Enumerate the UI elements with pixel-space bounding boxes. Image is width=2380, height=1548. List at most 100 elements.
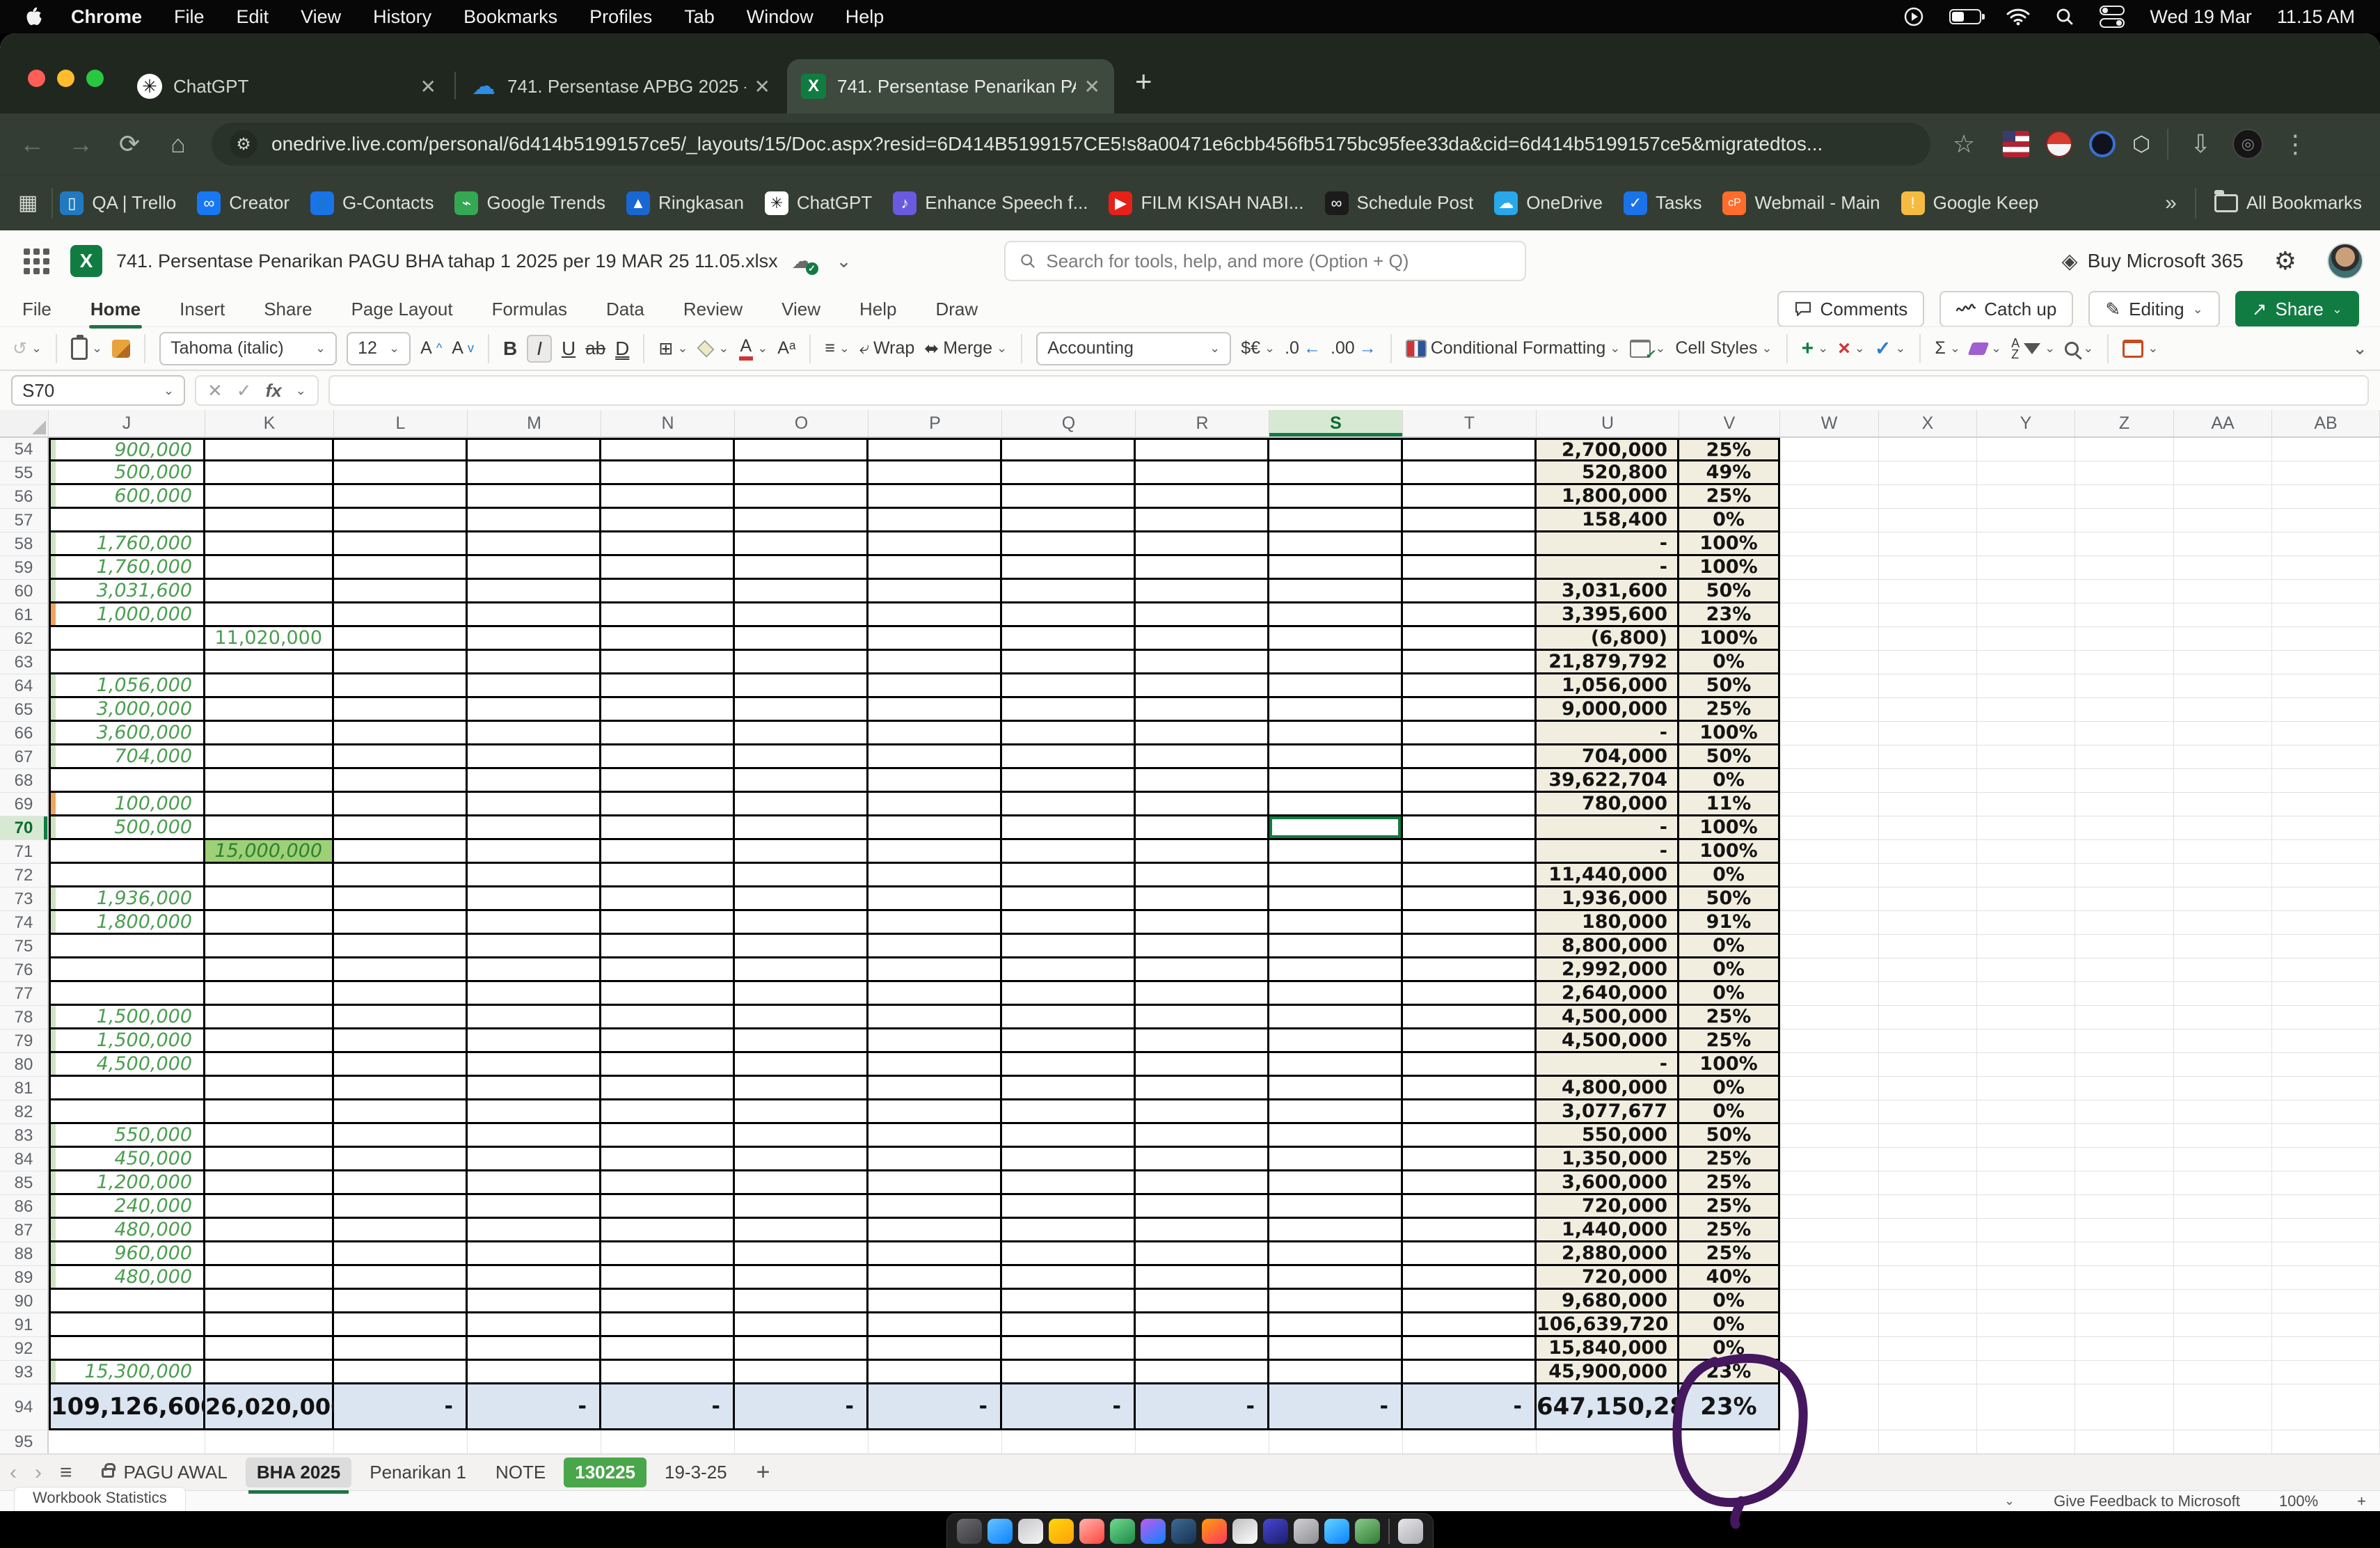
cell-Z58[interactable] xyxy=(2075,532,2174,556)
cell-R70[interactable] xyxy=(1136,816,1269,840)
cell-T61[interactable] xyxy=(1403,603,1537,627)
ribbon-tab-insert[interactable]: Insert xyxy=(178,296,226,323)
cell-U60[interactable]: 3,031,600 xyxy=(1537,580,1679,603)
row-header-85[interactable]: 85 xyxy=(0,1171,49,1195)
cell-V87[interactable]: 25% xyxy=(1679,1219,1780,1242)
cell-V58[interactable]: 100% xyxy=(1679,532,1780,556)
cell-J62[interactable] xyxy=(49,627,205,651)
url-text[interactable]: onedrive.live.com/personal/6d414b5199157… xyxy=(271,133,1823,155)
cell-W86[interactable] xyxy=(1780,1195,1879,1219)
find-button[interactable]: ⌄ xyxy=(2065,341,2093,356)
cell-V63[interactable]: 0% xyxy=(1679,651,1780,674)
confirm-entry-icon[interactable]: ✓ xyxy=(237,380,252,402)
cell-J84[interactable]: 450,000 xyxy=(49,1148,205,1171)
new-tab-button[interactable]: + xyxy=(1135,65,1152,98)
cell-S68[interactable] xyxy=(1269,769,1403,793)
cell-P67[interactable] xyxy=(868,745,1002,769)
cell-O59[interactable] xyxy=(735,556,868,580)
cell-L86[interactable] xyxy=(334,1195,468,1219)
share-button[interactable]: ↗ Share ⌄ xyxy=(2235,291,2359,327)
cell-S59[interactable] xyxy=(1269,556,1403,580)
cell-S76[interactable] xyxy=(1269,958,1403,982)
cell-N89[interactable] xyxy=(601,1266,735,1290)
formula-input[interactable] xyxy=(328,375,2369,406)
cell-U68[interactable]: 39,622,704 xyxy=(1537,769,1679,793)
font-size-select[interactable]: 12⌄ xyxy=(347,332,411,365)
cell-O93[interactable] xyxy=(735,1361,868,1384)
cell-Q68[interactable] xyxy=(1002,769,1136,793)
cell-W77[interactable] xyxy=(1780,982,1879,1006)
cell-Y94[interactable] xyxy=(1977,1384,2075,1430)
cell-O86[interactable] xyxy=(735,1195,868,1219)
cell-X65[interactable] xyxy=(1879,698,1977,722)
cell-T71[interactable] xyxy=(1403,840,1537,864)
row-header-66[interactable]: 66 xyxy=(0,722,49,745)
cell-U83[interactable]: 550,000 xyxy=(1537,1124,1679,1148)
cell-T79[interactable] xyxy=(1403,1029,1537,1053)
cell-L80[interactable] xyxy=(334,1053,468,1077)
cell-P87[interactable] xyxy=(868,1219,1002,1242)
cell-X95[interactable] xyxy=(1879,1430,1977,1454)
decrease-decimal-button[interactable]: .0← xyxy=(1285,338,1321,358)
cell-U84[interactable]: 1,350,000 xyxy=(1537,1148,1679,1171)
cell-Y83[interactable] xyxy=(1977,1124,2075,1148)
format-as-table-button[interactable]: ✓⌄ xyxy=(1630,340,1665,358)
cell-S58[interactable] xyxy=(1269,532,1403,556)
cell-AB63[interactable] xyxy=(2272,651,2380,674)
cell-V82[interactable]: 0% xyxy=(1679,1100,1780,1124)
cell-T63[interactable] xyxy=(1403,651,1537,674)
cell-N71[interactable] xyxy=(601,840,735,864)
cell-Q74[interactable] xyxy=(1002,911,1136,935)
cell-P69[interactable] xyxy=(868,793,1002,816)
cell-Q94[interactable]: - xyxy=(1002,1384,1136,1430)
cell-Y69[interactable] xyxy=(1977,793,2075,816)
cell-AB73[interactable] xyxy=(2272,887,2380,911)
cell-M94[interactable]: - xyxy=(468,1384,601,1430)
cell-Q85[interactable] xyxy=(1002,1171,1136,1195)
cell-P71[interactable] xyxy=(868,840,1002,864)
cell-W58[interactable] xyxy=(1780,532,1879,556)
row-header-95[interactable]: 95 xyxy=(0,1430,49,1454)
cell-N61[interactable] xyxy=(601,603,735,627)
cell-W95[interactable] xyxy=(1780,1430,1879,1454)
cell-AA57[interactable] xyxy=(2174,509,2272,532)
cell-Q88[interactable] xyxy=(1002,1242,1136,1266)
cell-R94[interactable]: - xyxy=(1136,1384,1269,1430)
cell-M64[interactable] xyxy=(468,674,601,698)
sheet-nav-next-icon[interactable]: › xyxy=(35,1461,42,1485)
cell-P66[interactable] xyxy=(868,722,1002,745)
cell-AB61[interactable] xyxy=(2272,603,2380,627)
cell-AA71[interactable] xyxy=(2174,840,2272,864)
cell-AB67[interactable] xyxy=(2272,745,2380,769)
cell-Q76[interactable] xyxy=(1002,958,1136,982)
title-chevron-icon[interactable]: ⌄ xyxy=(836,251,852,272)
cell-W92[interactable] xyxy=(1780,1337,1879,1361)
battery-icon[interactable] xyxy=(1949,9,1981,24)
cell-V76[interactable]: 0% xyxy=(1679,958,1780,982)
cell-N94[interactable]: - xyxy=(601,1384,735,1430)
cell-P85[interactable] xyxy=(868,1171,1002,1195)
cell-AA94[interactable] xyxy=(2174,1384,2272,1430)
cell-N86[interactable] xyxy=(601,1195,735,1219)
cell-Z67[interactable] xyxy=(2075,745,2174,769)
cell-M93[interactable] xyxy=(468,1361,601,1384)
cell-O80[interactable] xyxy=(735,1053,868,1077)
cell-J67[interactable]: 704,000 xyxy=(49,745,205,769)
cell-N84[interactable] xyxy=(601,1148,735,1171)
cell-AB91[interactable] xyxy=(2272,1313,2380,1337)
cell-T72[interactable] xyxy=(1403,864,1537,887)
cell-Q66[interactable] xyxy=(1002,722,1136,745)
cell-T69[interactable] xyxy=(1403,793,1537,816)
cell-M54[interactable] xyxy=(468,438,601,461)
cell-AA72[interactable] xyxy=(2174,864,2272,887)
cell-M61[interactable] xyxy=(468,603,601,627)
cell-V56[interactable]: 25% xyxy=(1679,485,1780,509)
cell-V81[interactable]: 0% xyxy=(1679,1077,1780,1100)
cell-W73[interactable] xyxy=(1780,887,1879,911)
cell-Y66[interactable] xyxy=(1977,722,2075,745)
cell-X79[interactable] xyxy=(1879,1029,1977,1053)
dock-trash-icon[interactable] xyxy=(1398,1519,1423,1544)
cell-S60[interactable] xyxy=(1269,580,1403,603)
ribbon-tab-formulas[interactable]: Formulas xyxy=(491,296,569,323)
cell-M91[interactable] xyxy=(468,1313,601,1337)
